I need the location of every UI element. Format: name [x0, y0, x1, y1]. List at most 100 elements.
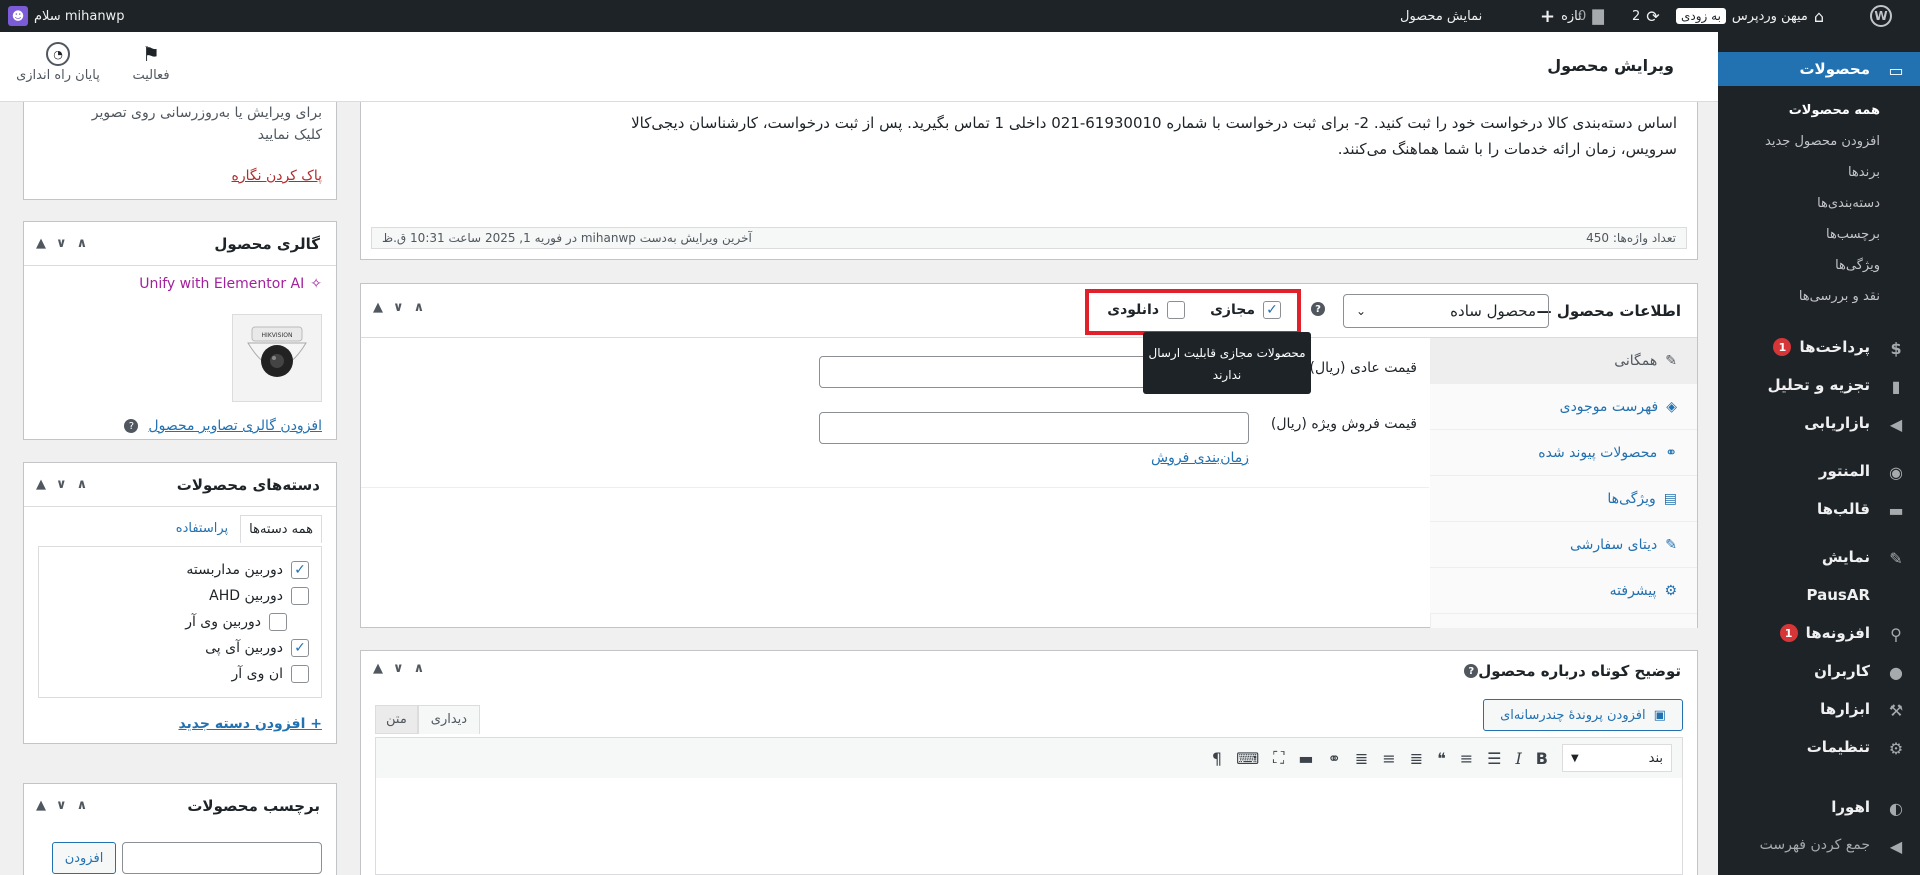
editor-content[interactable]: اساس دسته‌بندی کالا درخواست خود را ثبت ک… [381, 110, 1677, 162]
triangle-up-icon[interactable]: ▲ [373, 300, 383, 315]
menu-tools[interactable]: ⚒ ابزارها [1718, 692, 1920, 726]
sidebar-item-brands[interactable]: برندها [1718, 157, 1920, 187]
tab-linked-products[interactable]: ⚭ محصولات پیوند شده [1430, 430, 1697, 476]
virtual-tooltip: محصولات مجازی قابلیت ارسال ندارند [1143, 332, 1311, 394]
category-checkbox[interactable] [269, 613, 287, 631]
triangle-up-icon[interactable]: ▲ [36, 477, 46, 492]
sidebar-item-add-product[interactable]: افزودن محصول جدید [1718, 126, 1920, 156]
activity-button[interactable]: ⚑ فعالیت [116, 42, 186, 83]
virtual-option[interactable]: ✓ مجازی [1210, 301, 1281, 319]
add-gallery-link[interactable]: افزودن گالری تصاویر محصول [148, 418, 322, 434]
tab-all-categories[interactable]: همه دسته‌ها [240, 515, 322, 543]
triangle-up-icon[interactable]: ▲ [36, 798, 46, 813]
menu-marketing[interactable]: ◀ بازاریابی [1718, 406, 1920, 440]
sale-price-input[interactable] [819, 412, 1249, 444]
updates[interactable]: 2 ⟳ [1632, 0, 1660, 32]
unify-elementor-link[interactable]: ✧ Unify with Elementor AI [139, 276, 322, 292]
site-name[interactable]: به زودی میهن وردپرس ⌂ [1676, 0, 1824, 32]
remove-image-link[interactable]: پاک کردن نگاره [232, 168, 323, 184]
help-icon[interactable]: ? [1311, 302, 1325, 316]
triangle-up-icon[interactable]: ▲ [373, 661, 383, 676]
product-type-select[interactable]: محصول ساده ⌄ [1343, 294, 1549, 328]
chevron-up-icon[interactable]: ∧ [414, 661, 425, 676]
category-item[interactable]: ان وی آر [51, 661, 309, 687]
read-more-icon[interactable]: ▬ [1298, 749, 1313, 768]
add-category-link[interactable]: + افزودن دسته جدید [178, 716, 322, 732]
tab-advanced[interactable]: ⚙ پیشرفته [1430, 568, 1697, 614]
menu-products[interactable]: ▭ محصولات [1718, 52, 1920, 86]
sidebar-item-categories[interactable]: دسته‌بندی‌ها [1718, 188, 1920, 218]
chevron-up-icon[interactable]: ∧ [77, 477, 88, 492]
gallery-thumbnail[interactable]: HIKVISION [232, 314, 322, 402]
keyboard-icon[interactable]: ⌨ [1236, 749, 1259, 768]
tab-custom-data[interactable]: ✎ دیتای سفارشی [1430, 522, 1697, 568]
paragraph-direction-icon[interactable]: ¶ [1212, 749, 1222, 768]
sidebar-item-attributes[interactable]: ویژگی‌ها [1718, 250, 1920, 280]
menu-settings[interactable]: ⚙ تنظیمات [1718, 730, 1920, 764]
tab-inventory[interactable]: ◈ فهرست موجودی [1430, 384, 1697, 430]
chevron-down-icon[interactable]: ∨ [393, 661, 404, 676]
help-icon[interactable]: ? [1464, 664, 1479, 678]
downloadable-checkbox[interactable] [1167, 301, 1185, 319]
numbered-list-icon[interactable]: ≡ [1460, 749, 1473, 768]
tab-attributes[interactable]: ▤ ویژگی‌ها [1430, 476, 1697, 522]
schedule-sale-link[interactable]: زمان‌بندی فروش [1151, 450, 1249, 466]
short-desc-editor-area[interactable] [375, 778, 1683, 875]
menu-pausar[interactable]: PausAR [1718, 578, 1920, 612]
chevron-up-icon[interactable]: ∧ [414, 300, 425, 315]
menu-users[interactable]: ● کاربران [1718, 654, 1920, 688]
comments[interactable]: 0 ▇ [1578, 0, 1604, 32]
tab-visual[interactable]: دیداری [417, 705, 481, 734]
finish-setup-button[interactable]: ◔ پایان راه اندازی [10, 42, 106, 83]
category-checkbox[interactable]: ✓ [291, 561, 309, 579]
virtual-checkbox[interactable]: ✓ [1263, 301, 1281, 319]
tab-general[interactable]: ✎ همگانی [1430, 338, 1697, 384]
category-item[interactable]: ✓ دوربین آی پی [51, 635, 309, 661]
menu-templates[interactable]: ▬ قالب‌ها [1718, 492, 1920, 526]
downloadable-option[interactable]: دانلودی [1107, 301, 1185, 319]
bullet-list-icon[interactable]: ☰ [1487, 749, 1501, 768]
category-checkbox[interactable]: ✓ [291, 639, 309, 657]
sidebar-item-tags[interactable]: برچسب‌ها [1718, 219, 1920, 249]
sidebar-item-all-products[interactable]: همه محصولات [1718, 95, 1920, 125]
blockquote-icon[interactable]: ❝ [1437, 749, 1446, 768]
align-right-icon[interactable]: ≣ [1355, 749, 1368, 768]
bold-icon[interactable]: B [1536, 749, 1548, 768]
collapse-menu[interactable]: ◀ جمع کردن فهرست [1718, 828, 1920, 862]
chevron-down-icon[interactable]: ∨ [56, 798, 67, 813]
link-icon[interactable]: ⚭ [1327, 749, 1340, 768]
my-account[interactable]: ☻ سلام mihanwp [8, 0, 124, 32]
align-left-icon[interactable]: ≣ [1410, 749, 1423, 768]
category-checkbox[interactable] [291, 665, 309, 683]
chevron-down-icon[interactable]: ∨ [56, 477, 67, 492]
category-item[interactable]: دوربین وی آر [51, 609, 309, 635]
menu-elementor[interactable]: ◉ المنتور [1718, 454, 1920, 488]
menu-payments[interactable]: $ پرداخت‌ها 1 [1718, 330, 1920, 364]
chevron-up-icon[interactable]: ∧ [77, 798, 88, 813]
category-item[interactable]: دوربین AHD [51, 583, 309, 609]
menu-analytics[interactable]: ▮ تجزیه و تحلیل [1718, 368, 1920, 402]
category-checkbox[interactable] [291, 587, 309, 605]
chevron-down-icon[interactable]: ∨ [56, 236, 67, 251]
tab-most-used[interactable]: پراستفاده [164, 515, 240, 543]
add-tag-button[interactable]: افزودن [52, 842, 116, 874]
menu-plugins[interactable]: ⚲ افزونه‌ها 1 [1718, 616, 1920, 650]
tag-input[interactable] [122, 842, 322, 874]
align-center-icon[interactable]: ≡ [1382, 749, 1395, 768]
add-media-button[interactable]: ▣ افزودن پروندهٔ چندرسانه‌ای [1483, 699, 1683, 731]
chevron-up-icon[interactable]: ∧ [77, 236, 88, 251]
wordpress-logo[interactable]: W [1870, 0, 1892, 32]
format-select[interactable]: بند ▼ [1562, 744, 1672, 772]
fullscreen-icon[interactable]: ⛶ [1273, 748, 1284, 768]
italic-icon[interactable]: I [1515, 749, 1521, 768]
sidebar-item-reviews[interactable]: نقد و بررسی‌ها [1718, 281, 1920, 311]
view-product-link[interactable]: نمایش محصول [1400, 0, 1482, 32]
tab-text[interactable]: متن [375, 705, 418, 734]
menu-ahura[interactable]: ◐ اهورا [1718, 790, 1920, 824]
menu-appearance[interactable]: ✎ نمایش [1718, 540, 1920, 574]
help-icon[interactable]: ? [124, 419, 139, 433]
new-content[interactable]: + تازه [1540, 0, 1582, 32]
triangle-up-icon[interactable]: ▲ [36, 236, 46, 251]
chevron-down-icon[interactable]: ∨ [393, 300, 404, 315]
category-item[interactable]: ✓ دوربین مداربسته [51, 557, 309, 583]
